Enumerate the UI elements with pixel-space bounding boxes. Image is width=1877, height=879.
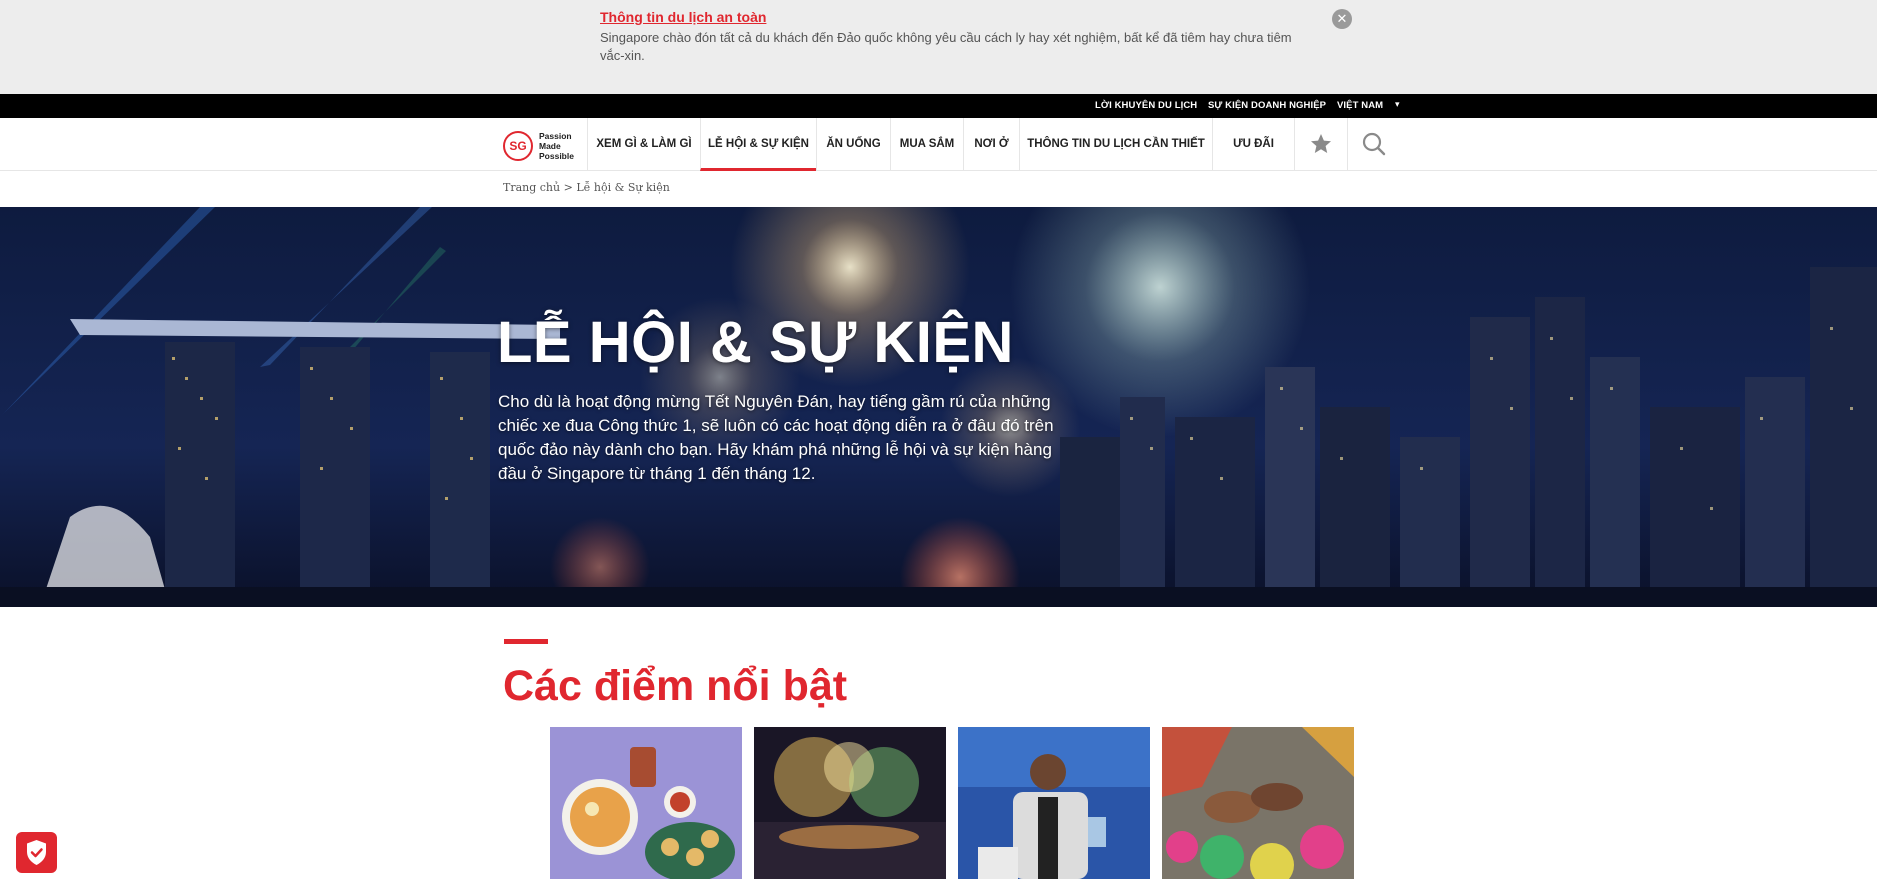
search-button[interactable]: [1347, 118, 1400, 171]
alert-title-link[interactable]: Thông tin du lịch an toàn: [600, 9, 766, 25]
highlight-card-rangoli[interactable]: [1162, 727, 1354, 879]
nav-item-stay[interactable]: NƠI Ở: [963, 118, 1019, 171]
breadcrumb[interactable]: Trang chủ > Lễ hội & Sự kiện: [503, 181, 670, 194]
alert-message: Singapore chào đón tất cả du khách đến Đ…: [600, 30, 1292, 63]
privacy-shield-button[interactable]: [16, 832, 57, 873]
highlights-heading: Các điểm nổi bật: [503, 662, 848, 710]
main-navigation: SG Passion Made Possible XEM GÌ & LÀM GÌ…: [0, 118, 1877, 171]
chevron-down-icon[interactable]: ▾: [1395, 99, 1400, 110]
nav-item-shopping[interactable]: MUA SẮM: [890, 118, 963, 171]
safe-travel-alert: Thông tin du lịch an toàn Singapore chào…: [0, 0, 1877, 94]
nav-item-festivals-events[interactable]: LỄ HỘI & SỰ KIỆN: [700, 118, 816, 171]
bartender-image: [958, 727, 1150, 879]
hero-description: Cho dù là hoạt động mừng Tết Nguyên Đán,…: [498, 392, 1054, 483]
utility-link-business-events[interactable]: SỰ KIỆN DOANH NGHIỆP: [1208, 100, 1326, 111]
sg-logo[interactable]: SG Passion Made Possible: [503, 129, 583, 161]
logo-wordmark: Passion Made Possible: [539, 131, 574, 161]
utility-bar: LỜI KHUYÊN DU LỊCH SỰ KIỆN DOANH NGHIỆP …: [0, 94, 1877, 118]
food-image: [550, 727, 742, 879]
fireworks-image: [754, 727, 946, 879]
nav-item-dining[interactable]: ĂN UỐNG: [816, 118, 890, 171]
star-icon: [1311, 134, 1331, 153]
search-icon: [1362, 132, 1386, 156]
shield-check-icon: [27, 840, 46, 865]
nav-item-see-and-do[interactable]: XEM GÌ & LÀM GÌ: [587, 118, 700, 171]
nav-item-deals[interactable]: ƯU ĐÃI: [1212, 118, 1294, 171]
logo-mark: SG: [503, 131, 533, 161]
rangoli-image: [1162, 727, 1354, 879]
close-icon[interactable]: ✕: [1332, 9, 1352, 29]
section-accent-bar: [504, 639, 548, 644]
language-selector[interactable]: VIỆT NAM: [1337, 100, 1383, 111]
utility-link-travel-advice[interactable]: LỜI KHUYÊN DU LỊCH: [1095, 100, 1197, 111]
favorites-button[interactable]: [1294, 118, 1347, 171]
highlight-card-food[interactable]: [550, 727, 742, 879]
highlight-card-fireworks[interactable]: [754, 727, 946, 879]
nav-item-travel-essentials[interactable]: THÔNG TIN DU LỊCH CẦN THIẾT: [1019, 118, 1212, 171]
page-title: LỄ HỘI & SỰ KIỆN: [497, 310, 1014, 375]
hero-banner: LỄ HỘI & SỰ KIỆN Cho dù là hoạt động mừn…: [0, 207, 1877, 607]
highlight-card-bartender[interactable]: [958, 727, 1150, 879]
